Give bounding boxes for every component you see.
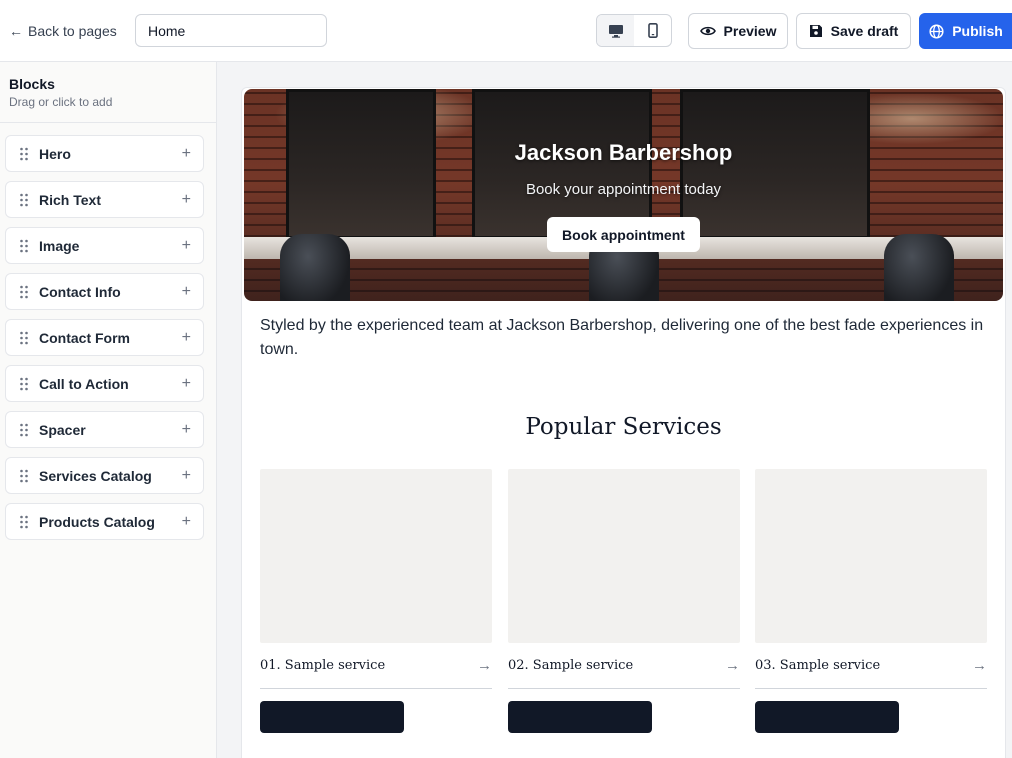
hero-title: Jackson Barbershop — [514, 140, 733, 165]
block-item-hero[interactable]: Hero + — [5, 135, 204, 172]
arrow-right-icon: → — [725, 657, 740, 674]
book-appointment-button[interactable]: Book appointment — [547, 217, 700, 252]
service-button[interactable] — [508, 701, 652, 733]
drag-handle-icon[interactable] — [19, 193, 29, 207]
service-link[interactable]: 02. Sample service → — [508, 643, 740, 689]
service-card[interactable]: 03. Sample service → — [755, 469, 987, 733]
service-link[interactable]: 03. Sample service → — [755, 643, 987, 689]
block-item-services-catalog[interactable]: Services Catalog + — [5, 457, 204, 494]
service-name: 02. Sample service — [508, 658, 634, 673]
block-item-call-to-action[interactable]: Call to Action + — [5, 365, 204, 402]
publish-button[interactable]: Publish — [919, 13, 1012, 49]
block-list: Hero + Rich Text + Image + Contact Info … — [5, 135, 204, 549]
plus-icon[interactable]: + — [182, 145, 191, 162]
plus-icon[interactable]: + — [182, 237, 191, 254]
globe-icon — [929, 23, 944, 39]
block-item-label: Spacer — [39, 421, 86, 438]
block-item-label: Hero — [39, 145, 71, 162]
block-item-contact-form[interactable]: Contact Form + — [5, 319, 204, 356]
block-item-contact-info[interactable]: Contact Info + — [5, 273, 204, 310]
arrow-right-icon: → — [477, 657, 492, 674]
desktop-icon — [608, 24, 623, 38]
plus-icon[interactable]: + — [182, 421, 191, 438]
service-image-placeholder — [260, 469, 492, 643]
blocks-sidebar: Blocks Drag or click to add Hero + Rich … — [0, 62, 217, 758]
editor-topbar: ← Back to pages Preview — [0, 0, 1012, 62]
services-heading: Popular Services — [525, 414, 722, 440]
plus-icon[interactable]: + — [182, 191, 191, 208]
arrow-left-icon: ← — [9, 23, 23, 39]
block-item-rich-text[interactable]: Rich Text + — [5, 181, 204, 218]
drag-handle-icon[interactable] — [19, 469, 29, 483]
rich-text-block[interactable]: Styled by the experienced team at Jackso… — [260, 314, 990, 362]
publish-label: Publish — [952, 23, 1003, 39]
drag-handle-icon[interactable] — [19, 515, 29, 529]
drag-handle-icon[interactable] — [19, 239, 29, 253]
save-icon — [809, 25, 822, 37]
service-image-placeholder — [508, 469, 740, 643]
sidebar-title: Blocks — [9, 76, 55, 92]
hero-background-image — [280, 234, 350, 301]
block-item-label: Call to Action — [39, 375, 129, 392]
plus-icon[interactable]: + — [182, 467, 191, 484]
plus-icon[interactable]: + — [182, 375, 191, 392]
preview-label: Preview — [723, 23, 777, 39]
hero-background-image — [884, 234, 954, 301]
hero-block[interactable]: Jackson Barbershop Book your appointment… — [244, 89, 1003, 301]
service-image-placeholder — [755, 469, 987, 643]
desktop-view-button[interactable] — [597, 15, 634, 46]
service-card[interactable]: 01. Sample service → — [260, 469, 492, 733]
device-toggle — [596, 14, 672, 47]
back-to-pages-link[interactable]: ← Back to pages — [9, 20, 117, 42]
plus-icon[interactable]: + — [182, 513, 191, 530]
service-name: 01. Sample service — [260, 658, 386, 673]
block-item-label: Products Catalog — [39, 513, 155, 530]
block-item-label: Contact Info — [39, 283, 121, 300]
save-draft-label: Save draft — [830, 23, 899, 39]
block-item-label: Rich Text — [39, 191, 101, 208]
hero-subtitle: Book your appointment today — [525, 181, 722, 198]
preview-button[interactable]: Preview — [688, 13, 788, 49]
back-to-pages-label: Back to pages — [28, 23, 117, 39]
sidebar-header: Blocks Drag or click to add — [0, 62, 216, 123]
eye-icon — [699, 26, 716, 36]
drag-handle-icon[interactable] — [19, 377, 29, 391]
drag-handle-icon[interactable] — [19, 147, 29, 161]
drag-handle-icon[interactable] — [19, 285, 29, 299]
block-item-label: Services Catalog — [39, 467, 152, 484]
service-name: 03. Sample service — [755, 658, 881, 673]
sidebar-subtitle: Drag or click to add — [9, 95, 113, 109]
block-item-image[interactable]: Image + — [5, 227, 204, 264]
plus-icon[interactable]: + — [182, 329, 191, 346]
save-draft-button[interactable]: Save draft — [796, 13, 911, 49]
service-link[interactable]: 01. Sample service → — [260, 643, 492, 689]
mobile-icon — [647, 23, 658, 38]
service-button[interactable] — [755, 701, 899, 733]
block-item-label: Contact Form — [39, 329, 130, 346]
service-card[interactable]: 02. Sample service → — [508, 469, 740, 733]
arrow-right-icon: → — [972, 657, 987, 674]
page-name-input[interactable] — [135, 14, 327, 47]
plus-icon[interactable]: + — [182, 283, 191, 300]
block-item-products-catalog[interactable]: Products Catalog + — [5, 503, 204, 540]
drag-handle-icon[interactable] — [19, 331, 29, 345]
mobile-view-button[interactable] — [634, 15, 671, 46]
drag-handle-icon[interactable] — [19, 423, 29, 437]
block-item-label: Image — [39, 237, 80, 254]
block-item-spacer[interactable]: Spacer + — [5, 411, 204, 448]
service-button[interactable] — [260, 701, 404, 733]
